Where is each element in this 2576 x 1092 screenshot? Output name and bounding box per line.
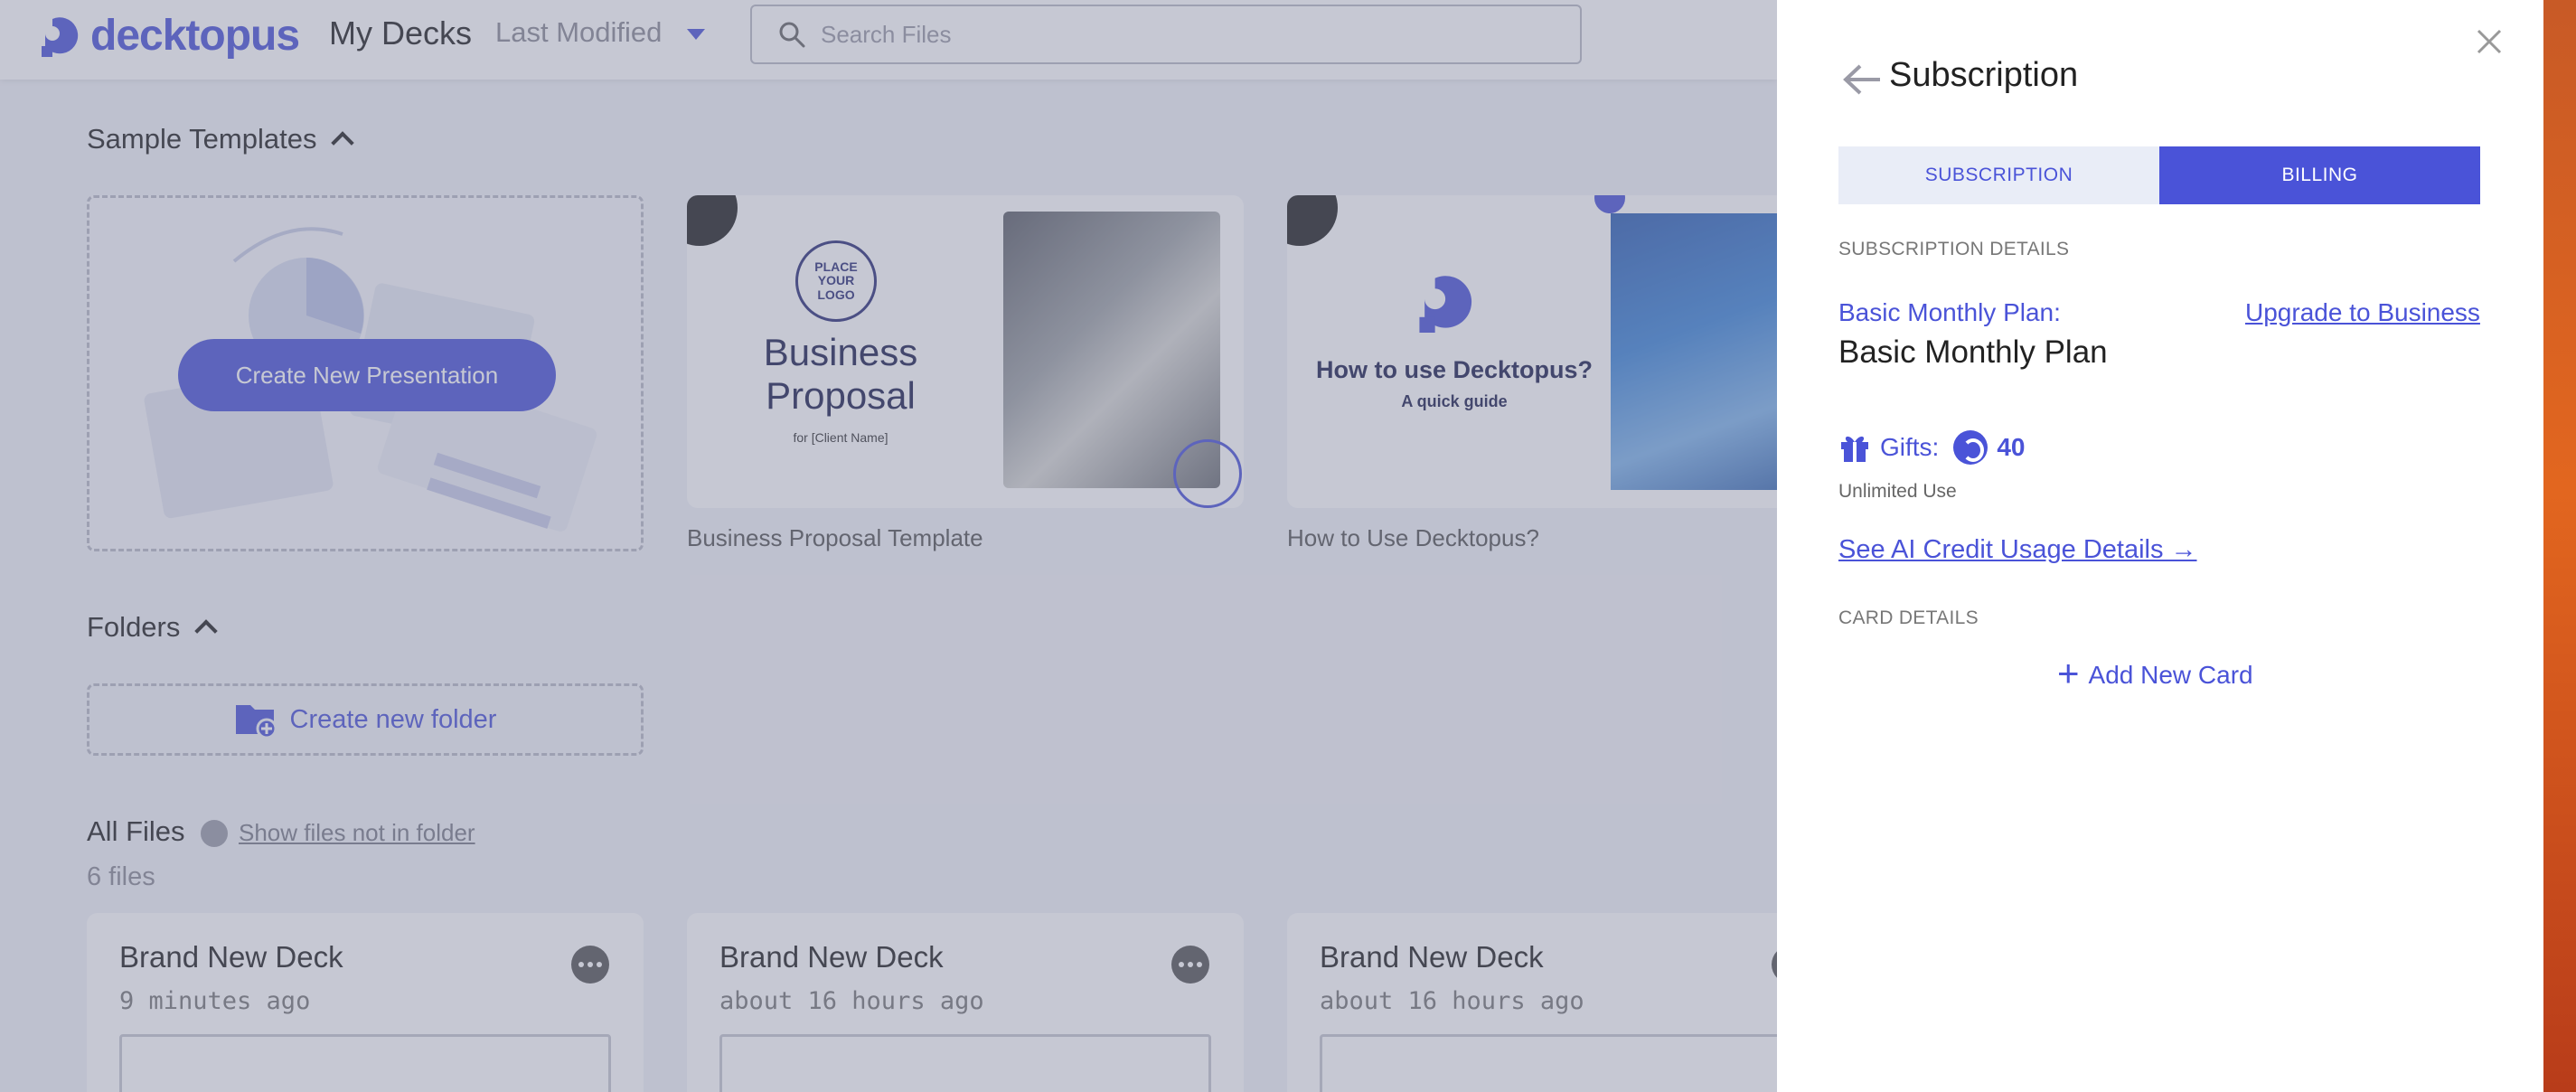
gift-icon	[1841, 436, 1868, 462]
panel-tabs: SUBSCRIPTION BILLING	[1838, 146, 2480, 204]
gifts-label: Gifts:	[1880, 433, 1940, 461]
close-icon[interactable]	[2473, 25, 2505, 58]
panel-title: Subscription	[1889, 56, 2079, 94]
add-new-card-button[interactable]: + Add New Card	[2057, 654, 2253, 692]
add-new-card-label: Add New Card	[2088, 661, 2253, 689]
gifts-value: 40	[1997, 433, 2026, 461]
tab-subscription[interactable]: SUBSCRIPTION	[1838, 146, 2159, 204]
arrow-left-icon[interactable]	[1842, 63, 1882, 96]
plan-label: Basic Monthly Plan:	[1838, 298, 2061, 326]
card-details-label: CARD DETAILS	[1838, 607, 1979, 628]
subscription-details-label: SUBSCRIPTION DETAILS	[1838, 239, 2070, 259]
plus-icon: +	[2057, 652, 2080, 694]
tab-billing[interactable]: BILLING	[2159, 146, 2480, 204]
ai-credit-usage-link[interactable]: See AI Credit Usage Details →	[1838, 535, 2197, 565]
decks-app: decktopus My Decks Last Modified Sample …	[0, 0, 1777, 1092]
modal-backdrop[interactable]	[0, 0, 1777, 1092]
desktop-wallpaper-edge	[2543, 0, 2576, 1092]
gifts-row: Gifts: 40	[1838, 430, 2026, 465]
upgrade-link[interactable]: Upgrade to Business	[2245, 298, 2480, 327]
credit-icon	[1953, 430, 1988, 465]
subscription-panel: Subscription SUBSCRIPTION BILLING SUBSCR…	[1777, 0, 2543, 1092]
unlimited-use-label: Unlimited Use	[1838, 481, 1957, 502]
plan-value: Basic Monthly Plan	[1838, 334, 2108, 370]
